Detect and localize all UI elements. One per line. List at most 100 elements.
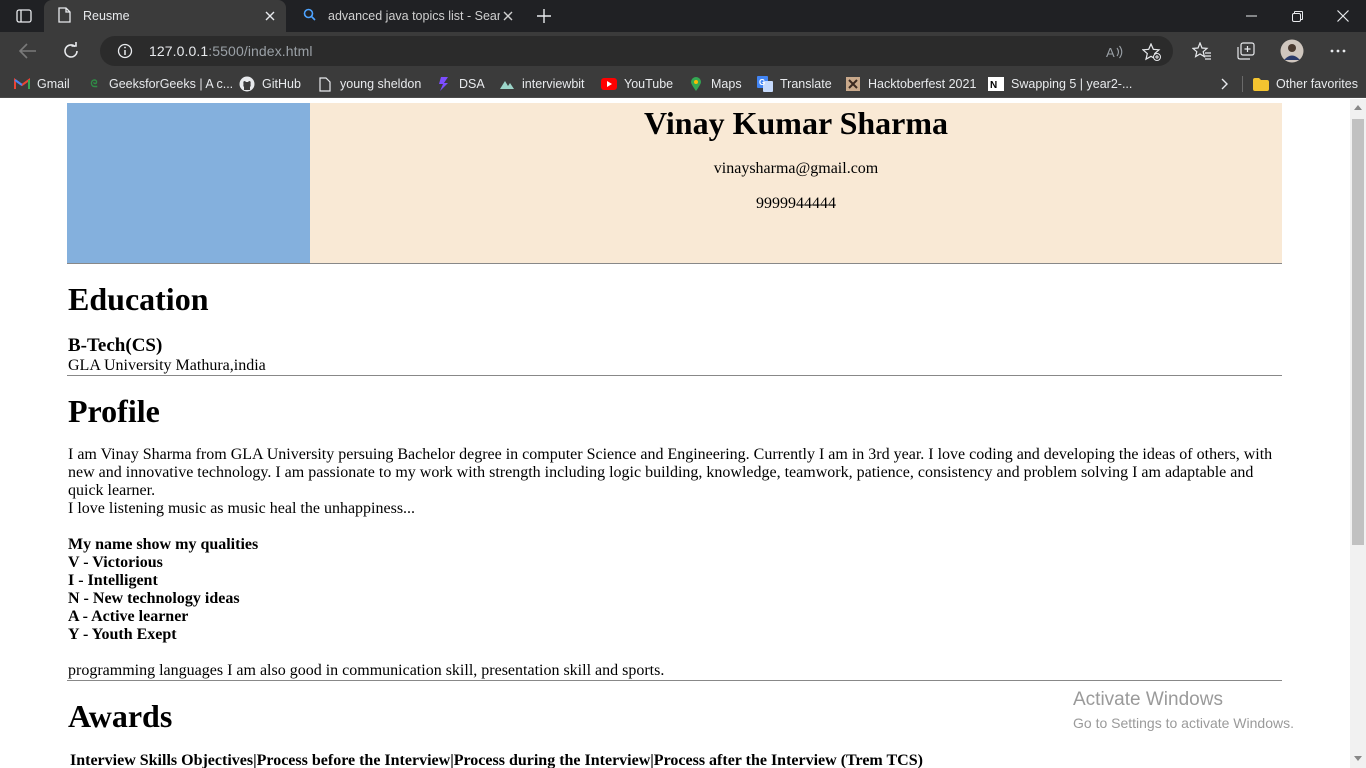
page-icon [317,76,333,92]
close-window-icon[interactable] [1320,0,1366,32]
bookmarks-bar: Gmail ᘓ GeeksforGeeks | A c... GitHub yo… [0,70,1366,98]
bookmark-label: GeeksforGeeks | A c... [109,77,234,91]
bookmark-separator [1242,76,1243,92]
bookmark-label: Hacktoberfest 2021 [868,77,977,91]
university-text: GLA University Mathura,india [68,357,266,374]
new-tab-icon[interactable] [533,5,555,27]
award-item: Interview Skills Objectives|Process befo… [70,752,923,768]
bookmark-swapping[interactable]: N Swapping 5 | year2-... [988,75,1132,93]
refresh-icon[interactable] [57,37,85,65]
bookmark-youtube[interactable]: YouTube [601,75,673,93]
profile-avatar[interactable] [1278,37,1306,65]
collections-icon[interactable] [1232,37,1260,65]
favorites-icon[interactable] [1188,37,1216,65]
page-viewport: Vinay Kumar Sharma vinaysharma@gmail.com… [0,99,1350,768]
tab-title: advanced java topics list - Search [328,9,500,23]
bookmark-label: Gmail [37,77,70,91]
person-name: Vinay Kumar Sharma [643,105,949,141]
phone-text: 9999944444 [756,195,836,212]
minimize-icon[interactable] [1228,0,1274,32]
close-tab-icon[interactable] [500,8,516,24]
address-bar[interactable]: 127.0.0.1:5500/index.html A [100,36,1173,66]
bookmark-label: Swapping 5 | year2-... [1011,77,1133,91]
dsa-icon [436,76,452,92]
tab-search[interactable]: advanced java topics list - Search [289,0,524,32]
vertical-scrollbar[interactable] [1350,99,1366,768]
tab-actions-icon[interactable] [10,6,38,26]
scrollbar-thumb[interactable] [1352,119,1364,545]
scroll-down-icon[interactable] [1354,754,1362,762]
qualities-list: My name show my qualities V - Victorious… [68,536,258,644]
gfg-icon: ᘓ [90,78,98,90]
quality-item: A - Active learner [68,608,189,625]
bookmark-translate[interactable]: G Translate [757,75,832,93]
site-info-icon[interactable] [117,43,133,64]
bookmark-label: Translate [780,77,832,91]
music-text: I love listening music as music heal the… [68,500,416,517]
url-path: :5500/index.html [208,43,313,59]
quality-item: Y - Youth Exept [68,626,177,643]
education-heading: Education [68,281,209,317]
bookmark-label: Maps [711,77,742,91]
restore-icon[interactable] [1274,0,1320,32]
profile-heading: Profile [68,393,160,429]
translate-icon: G [757,76,773,92]
degree-text: B-Tech(CS) [68,335,163,356]
skills-text: programming languages I am also good in … [68,662,665,679]
bookmark-label: DSA [459,77,485,91]
svg-text:G: G [759,78,765,87]
url-text[interactable]: 127.0.0.1:5500/index.html [149,43,313,59]
gmail-icon [14,76,30,92]
bookmark-label: interviewbit [522,77,585,91]
hacktoberfest-icon [845,76,861,92]
url-host: 127.0.0.1 [149,43,209,59]
bookmark-label: GitHub [262,77,301,91]
email-text: vinaysharma@gmail.com [713,160,879,177]
quality-item: V - Victorious [68,554,163,571]
photo-placeholder [67,103,310,263]
quality-item: I - Intelligent [68,572,158,589]
navigation-toolbar: 127.0.0.1:5500/index.html A [0,32,1366,70]
watermark-subtitle: Go to Settings to activate Windows. [1073,715,1294,731]
notion-icon: N [988,76,1004,92]
add-favorite-icon[interactable] [1141,41,1163,63]
bookmark-hacktoberfest[interactable]: Hacktoberfest 2021 [845,75,976,93]
back-icon[interactable] [14,37,42,65]
svg-text:N: N [990,80,997,91]
other-favorites[interactable]: Other favorites [1253,75,1358,93]
quality-item: N - New technology ideas [68,590,240,607]
search-icon [303,8,316,24]
qualities-heading: My name show my qualities [68,536,259,553]
svg-text:A: A [1106,45,1115,60]
read-aloud-icon[interactable]: A [1104,41,1126,63]
folder-icon [1253,76,1269,92]
activate-windows-watermark: Activate Windows Go to Settings to activ… [1073,689,1294,731]
bookmark-maps[interactable]: Maps [688,75,742,93]
chevron-right-icon[interactable] [1217,76,1233,92]
close-tab-icon[interactable] [262,8,278,24]
interviewbit-icon [499,76,515,92]
scroll-up-icon[interactable] [1354,103,1362,111]
bookmark-dsa[interactable]: DSA [436,75,485,93]
maps-icon [688,76,704,92]
profile-paragraph: I am Vinay Sharma from GLA University pe… [68,446,1273,499]
bookmark-label: YouTube [624,77,674,91]
other-favorites-label: Other favorites [1276,77,1358,91]
bookmark-github[interactable]: GitHub [239,75,301,93]
section-divider [67,680,1282,681]
bookmark-young-sheldon[interactable]: young sheldon [317,75,421,93]
watermark-title: Activate Windows [1073,689,1223,710]
bookmark-geeksforgeeks[interactable]: ᘓ GeeksforGeeks | A c... [86,75,233,93]
tab-reusme[interactable]: Reusme [44,0,286,32]
tab-strip: Reusme advanced java topics list - Searc… [0,0,1366,32]
tab-title: Reusme [83,9,130,23]
more-menu-icon[interactable] [1324,37,1352,65]
bookmark-gmail[interactable]: Gmail [14,75,70,93]
github-icon [239,76,255,92]
awards-heading: Awards [68,698,173,734]
bookmark-label: young sheldon [340,77,422,91]
resume-header: Vinay Kumar Sharma vinaysharma@gmail.com… [67,103,1282,264]
bookmark-interviewbit[interactable]: interviewbit [499,75,585,93]
contact-info: Vinay Kumar Sharma vinaysharma@gmail.com… [310,103,1282,263]
youtube-icon [601,76,617,92]
